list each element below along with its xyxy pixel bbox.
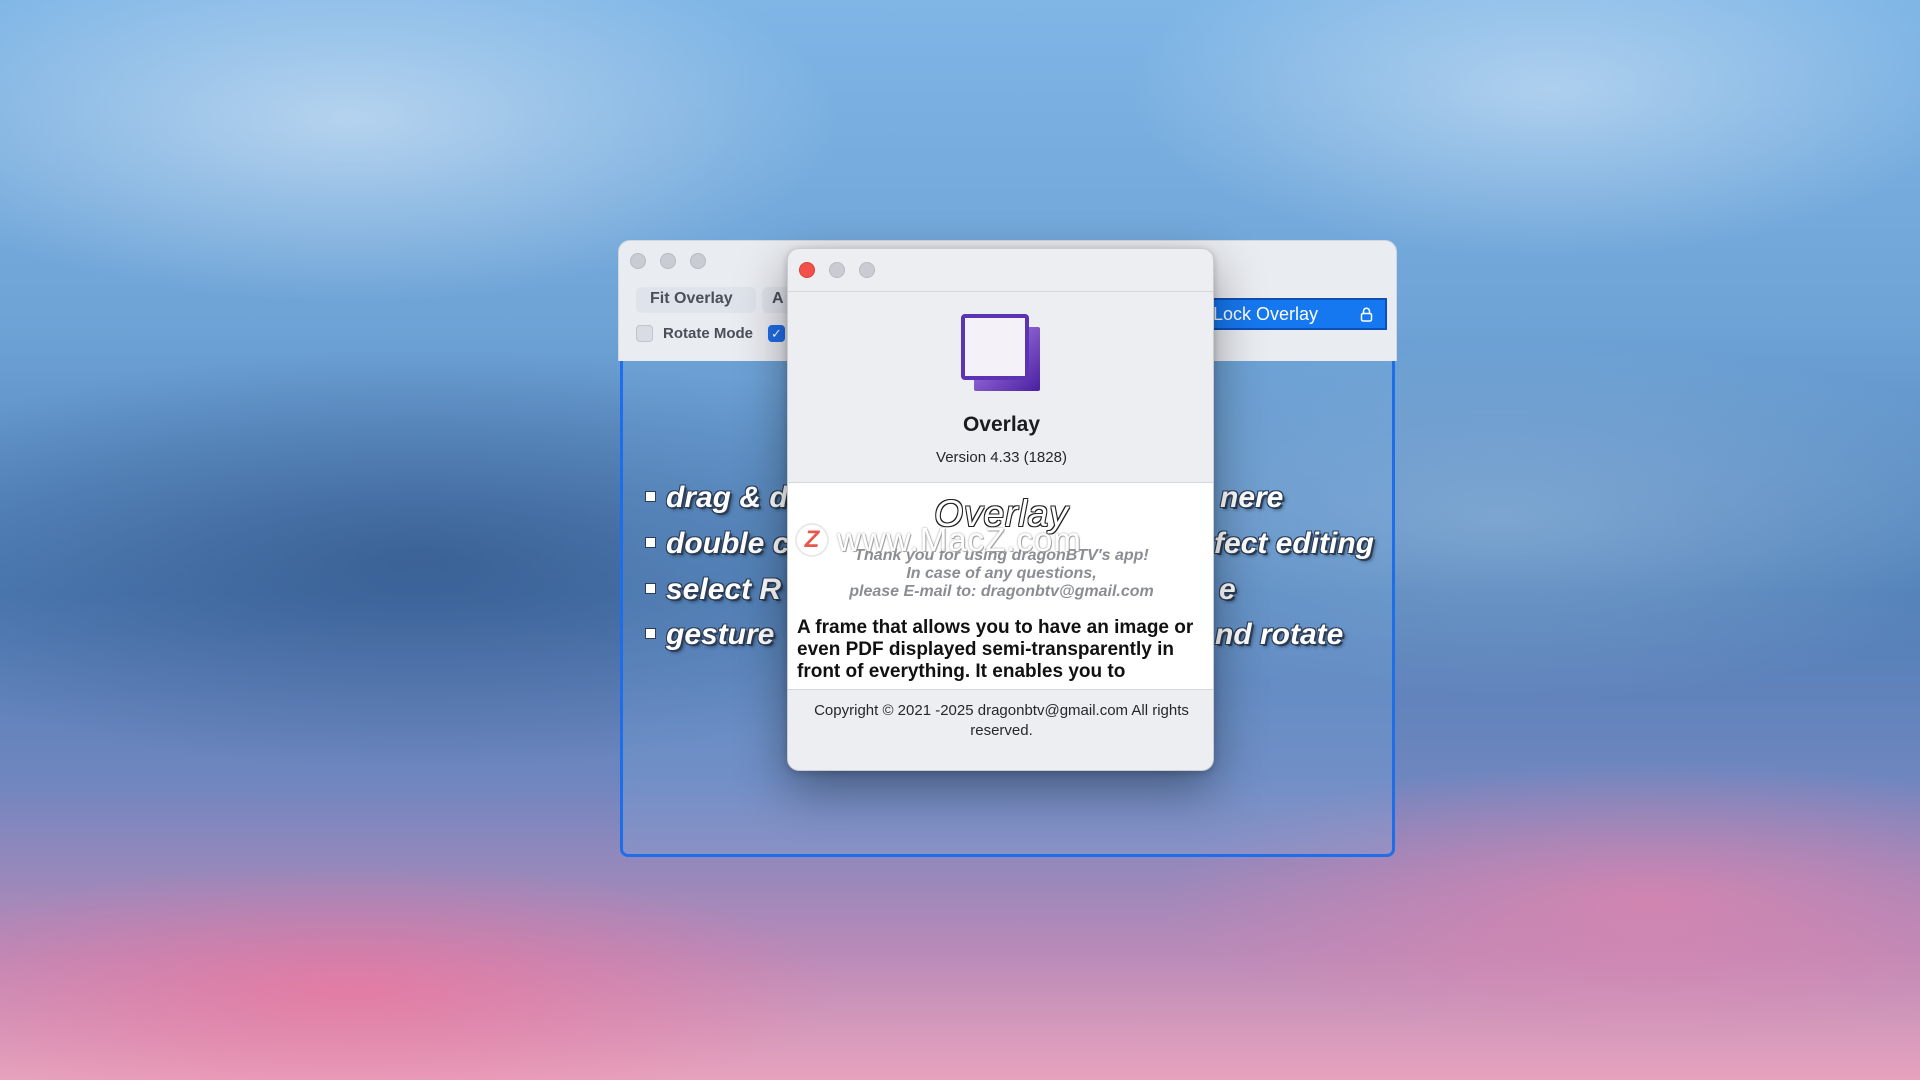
about-dialog: Overlay Version 4.33 (1828) Overlay Than… <box>787 248 1214 771</box>
app-version: Version 4.33 (1828) <box>936 449 1067 466</box>
about-titlebar <box>788 249 1213 292</box>
lock-overlay-button[interactable]: Lock Overlay <box>1211 298 1387 330</box>
rotate-mode-label: Rotate Mode <box>663 325 753 342</box>
copyright-text: Copyright © 2021 -2025 dragonbtv@gmail.c… <box>814 702 1189 739</box>
rotate-mode-checkbox-row[interactable]: Rotate Mode <box>636 325 753 342</box>
credits-description: A frame that allows you to have an image… <box>797 617 1194 682</box>
about-close-button[interactable] <box>799 262 815 278</box>
about-zoom-button[interactable] <box>859 262 875 278</box>
rotate-mode-checkbox[interactable] <box>636 325 653 342</box>
bullet-square-icon <box>645 536 656 548</box>
credits-panel[interactable]: Overlay Thank you for using dragonBTV's … <box>788 482 1213 690</box>
main-close-button[interactable] <box>630 253 646 269</box>
bullet-item-tail: nd rotate <box>1215 618 1344 651</box>
bullet-square-icon <box>645 490 656 502</box>
credits-line: please E-mail to: dragonbtv@gmail.com <box>849 583 1154 600</box>
overlay-app-icon <box>961 314 1040 391</box>
bullet-item: double c <box>645 527 789 561</box>
bullet-square-icon <box>645 627 656 639</box>
bullet-item-tail: e <box>1219 573 1236 606</box>
second-checkbox[interactable]: ✓ <box>768 325 785 342</box>
bullet-square-icon <box>645 582 656 594</box>
watermark-text: www.MacZ.com <box>837 521 1082 558</box>
main-minimize-button[interactable] <box>660 253 676 269</box>
lock-overlay-label: Lock Overlay <box>1213 304 1319 324</box>
app-name: Overlay <box>962 413 1041 436</box>
lock-icon <box>1360 307 1373 322</box>
bullet-item: gesture <box>645 618 774 652</box>
credits-line: In case of any questions, <box>906 565 1097 582</box>
watermark-logo-icon: Z <box>795 523 829 557</box>
watermark: Z www.MacZ.com <box>795 520 1082 560</box>
fit-overlay-button[interactable]: Fit Overlay <box>636 287 756 313</box>
desktop: { "main_window": { "fit_overlay_label": … <box>0 0 1920 1080</box>
bullet-item: drag & d <box>645 481 788 515</box>
main-zoom-button[interactable] <box>690 253 706 269</box>
bullet-item: select R <box>645 573 781 607</box>
bullet-item-tail: fect editing <box>1214 527 1375 560</box>
about-minimize-button[interactable] <box>829 262 845 278</box>
bullet-item-tail: nere <box>1220 481 1284 514</box>
